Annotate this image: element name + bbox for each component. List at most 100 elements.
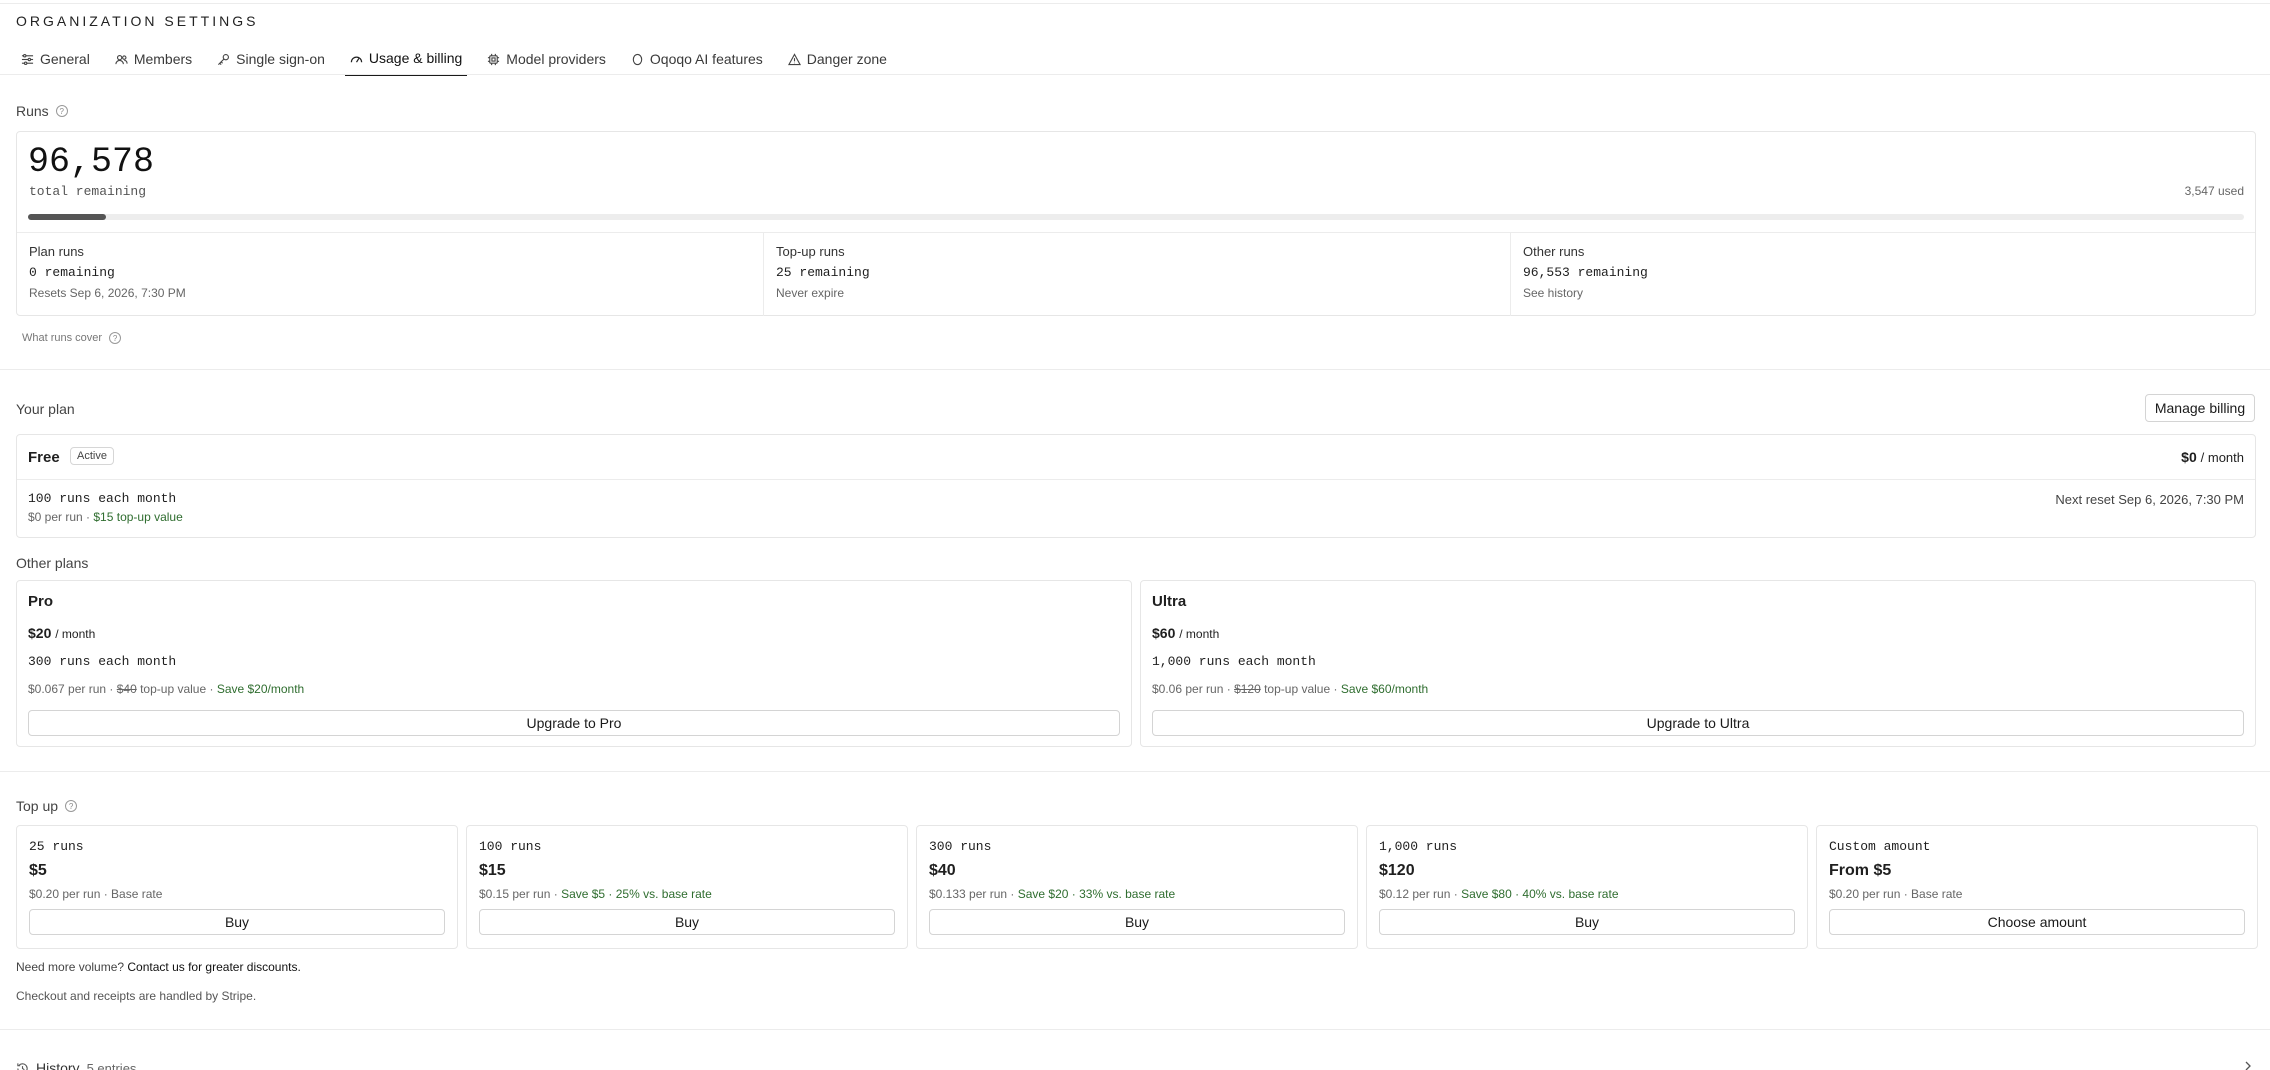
plan-card-save: Save $20/month [216,682,305,696]
plan-divider [17,479,2255,480]
topup-card-custom: Custom amount From $5 $0.20 per run · Ba… [1816,825,2258,949]
plan-runs-value: 0 remaining [29,265,115,280]
plan-name: Free [28,449,60,466]
tab-usage-billing[interactable]: Usage & billing [344,42,468,76]
plan-card-price-row: $20 / month [28,625,95,641]
plan-rate: $0 per run · $15 top-up value [28,510,183,524]
plan-runs-cell: Plan runs 0 remaining Resets Sep 6, 2026… [17,232,763,316]
plan-card-price-row: $60 / month [1152,625,1219,641]
tab-oqoqo-ai-features[interactable]: Oqoqo AI features [626,42,768,76]
runs-used: 3,547 used [2184,184,2244,198]
topup-save: Save $80 · 40% vs. base rate [1461,887,1619,901]
warning-icon [787,52,801,65]
topup-rate: $0.12 per run · Save $80 · 40% vs. base … [1379,887,1619,901]
topup-runs-cell: Top-up runs 25 remaining Never expire [763,232,1510,316]
topup-rate: $0.20 per run · Base rate [1829,887,1962,901]
top-border [0,3,2270,4]
status-badge: Active [70,447,114,465]
topup-section-label: Top up ? [16,798,78,814]
plan-card-runs: 300 runs each month [28,654,177,669]
tab-label: Oqoqo AI features [649,51,763,67]
plan-card-per-run: $0.06 per run · [1152,682,1235,696]
runs-card: 96,578 total remaining 3,547 used Plan r… [16,131,2256,316]
cpu-icon [488,53,500,65]
runs-total-caption: total remaining [29,184,147,199]
chevron-right-icon[interactable] [2242,1060,2254,1070]
section-divider [0,369,2270,370]
tab-label: Single sign-on [236,51,325,67]
plan-card-price: $60 [1152,625,1176,641]
help-icon[interactable]: ? [65,800,78,812]
tabs-divider [0,74,2270,75]
manage-billing-button[interactable]: Manage billing [2145,394,2255,422]
tab-label: Model providers [506,51,606,67]
gauge-icon [350,56,363,63]
your-plan-label: Your plan [16,401,75,417]
history-count: 5 entries [86,1060,137,1070]
topup-save: Save $5 · 25% vs. base rate [561,887,712,901]
tab-general[interactable]: General [16,42,95,76]
topup-name: Custom amount [1829,839,1931,854]
buy-button[interactable]: Buy [29,909,445,935]
plan-card-value-suffix: top-up value · [136,682,217,696]
plan-card-per-run: $0.067 per run · [28,682,117,696]
topup-runs-note: Never expire [776,286,845,300]
topup-name: 300 runs [929,839,992,854]
plan-topup-value: $15 top-up value [93,510,183,524]
topup-per-run: $0.20 per run · Base rate [29,887,163,901]
buy-button[interactable]: Buy [929,909,1345,935]
plan-runs-note: Resets Sep 6, 2026, 7:30 PM [29,286,186,300]
topup-rate: $0.20 per run · Base rate [29,887,162,901]
plan-price-row: $0 / month [2181,449,2244,465]
sliders-icon [21,53,34,65]
topup-per-run: $0.12 per run · [1379,887,1462,901]
topup-price: $5 [29,862,47,879]
stripe-note: Checkout and receipts are handled by Str… [16,989,257,1003]
plan-card-name: Pro [28,593,54,610]
topup-name: 1,000 runs [1379,839,1458,854]
tab-danger-zone[interactable]: Danger zone [783,42,892,76]
upgrade-to-pro-button[interactable]: Upgrade to Pro [28,710,1120,736]
help-icon[interactable]: ? [109,332,122,344]
users-icon [115,54,128,64]
topup-runs-title: Top-up runs [776,244,845,259]
choose-amount-button[interactable]: Choose amount [1829,909,2245,935]
plan-card-price: $20 [28,625,52,641]
topup-name: 100 runs [479,839,542,854]
topup-save: Save $20 · 33% vs. base rate [1017,887,1176,901]
settings-tabs: General Members Single sign-on Usage & b… [16,42,907,76]
plan-price: $0 [2181,449,2197,465]
runs-progress-track [28,214,2244,220]
topup-card-25: 25 runs $5 $0.20 per run · Base rate Buy [16,825,458,949]
page-title: ORGANIZATION SETTINGS [16,13,259,29]
topup-runs-value: 25 remaining [776,265,870,280]
runs-section-label: Runs ? [16,103,68,119]
topup-per-run: $0.133 per run · [929,887,1018,901]
tab-members[interactable]: Members [110,42,197,76]
help-icon[interactable]: ? [55,105,68,117]
tab-label: General [40,51,90,67]
history-icon [17,1062,28,1070]
see-history-link[interactable]: See history [1523,286,1583,300]
tab-model-providers[interactable]: Model providers [482,42,611,76]
tab-single-sign-on[interactable]: Single sign-on [212,42,330,76]
buy-button[interactable]: Buy [479,909,895,935]
upgrade-to-ultra-button[interactable]: Upgrade to Ultra [1152,710,2244,736]
current-plan-card: Free Active $0 / month 100 runs each mon… [16,434,2256,538]
history-row[interactable]: History 5 entries [16,1060,136,1070]
next-reset: Next reset Sep 6, 2026, 7:30 PM [2055,492,2244,507]
tab-label: Danger zone [806,51,887,67]
tab-label: Members [133,51,193,67]
tab-label: Usage & billing [368,50,463,66]
more-volume-note: Need more volume? Contact us for greater… [16,960,301,974]
contact-us-link[interactable]: Contact us for greater discounts. [127,960,300,974]
buy-button[interactable]: Buy [1379,909,1795,935]
plan-card-save: Save $60/month [1340,682,1429,696]
plan-card-period: / month [55,627,96,641]
topup-price: $120 [1379,862,1415,879]
topup-name: 25 runs [29,839,84,854]
sparkle-icon [632,53,643,65]
what-runs-cover[interactable]: What runs cover ? [22,332,122,344]
plan-card-name: Ultra [1152,593,1187,610]
topup-card-1000: 1,000 runs $120 $0.12 per run · Save $80… [1366,825,1808,949]
